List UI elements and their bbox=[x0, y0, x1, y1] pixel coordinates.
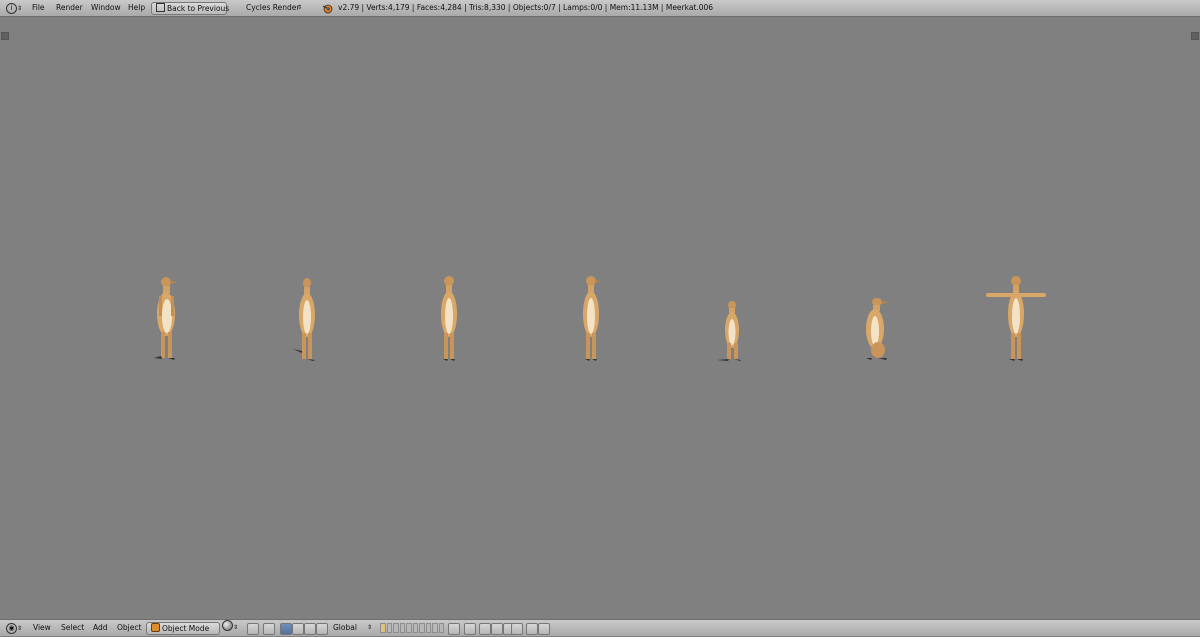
meerkat-model[interactable] bbox=[577, 273, 605, 363]
meerkat-model[interactable] bbox=[150, 274, 182, 362]
layer-8-button[interactable] bbox=[425, 623, 431, 633]
interaction-mode-select[interactable]: Object Mode bbox=[146, 622, 220, 635]
back-to-previous-button[interactable]: Back to Previous bbox=[151, 2, 230, 15]
object-mode-label: Object Mode bbox=[162, 624, 210, 633]
pivot-point-icon[interactable] bbox=[247, 623, 259, 635]
layer-3-button[interactable] bbox=[393, 623, 399, 633]
back-to-previous-label: Back to Previous bbox=[167, 4, 230, 13]
manipulator-toggle-icon[interactable] bbox=[263, 623, 275, 635]
lock-layers-icon[interactable] bbox=[448, 623, 460, 635]
editor-type-3d-view-icon[interactable]: ◉ ⇕ bbox=[6, 620, 22, 636]
snap-element-icon[interactable] bbox=[491, 623, 503, 635]
meerkat-model[interactable] bbox=[716, 299, 746, 363]
snap-toggle-icon[interactable] bbox=[479, 623, 491, 635]
menu-window[interactable]: Window bbox=[91, 0, 121, 16]
shading-arrows-icon[interactable]: ⇕ bbox=[233, 620, 238, 636]
layer-1-button[interactable] bbox=[380, 623, 386, 633]
menu-object[interactable]: Object bbox=[117, 620, 141, 636]
layer-2-button[interactable] bbox=[386, 623, 392, 633]
blender-logo-icon bbox=[322, 0, 333, 16]
proportional-editing-icon[interactable] bbox=[464, 623, 476, 635]
render-engine-arrows-icon[interactable]: ⇕ bbox=[297, 0, 302, 16]
object-mode-icon bbox=[151, 623, 160, 632]
render-still-icon[interactable] bbox=[526, 623, 538, 635]
layer-9-button[interactable] bbox=[432, 623, 438, 633]
meerkat-model[interactable] bbox=[860, 296, 892, 362]
info-icon: i bbox=[6, 3, 17, 14]
opengl-render-icon[interactable] bbox=[511, 623, 523, 635]
transform-orientation-select[interactable]: Global bbox=[333, 620, 357, 636]
menu-help[interactable]: Help bbox=[128, 0, 145, 16]
viewport-header: ◉ ⇕ View Select Add Object Object Mode ⇕ … bbox=[0, 619, 1200, 636]
translate-manipulator-icon[interactable] bbox=[280, 623, 292, 635]
menu-add[interactable]: Add bbox=[93, 620, 108, 636]
rotate-manipulator-icon[interactable] bbox=[292, 623, 304, 635]
layer-7-button[interactable] bbox=[419, 623, 425, 633]
menu-view[interactable]: View bbox=[33, 620, 51, 636]
scale-tool-icon[interactable] bbox=[316, 623, 328, 635]
meerkat-model[interactable] bbox=[984, 273, 1048, 363]
3d-view-icon: ◉ bbox=[6, 623, 17, 634]
scene-statistics: v2.79 | Verts:4,179 | Faces:4,284 | Tris… bbox=[338, 3, 714, 12]
back-icon bbox=[156, 3, 165, 12]
3d-viewport[interactable] bbox=[0, 17, 1200, 619]
render-animation-icon[interactable] bbox=[538, 623, 550, 635]
menu-render[interactable]: Render bbox=[56, 0, 83, 16]
menu-file[interactable]: File bbox=[32, 0, 45, 16]
shading-sphere-icon bbox=[222, 620, 233, 631]
scale-manipulator-icon[interactable] bbox=[304, 623, 316, 635]
menu-select[interactable]: Select bbox=[61, 620, 84, 636]
meerkat-model[interactable] bbox=[293, 275, 321, 363]
layer-4-button[interactable] bbox=[399, 623, 405, 633]
layer-buttons[interactable] bbox=[380, 623, 444, 633]
area-split-corner-top-left[interactable] bbox=[1, 32, 9, 40]
layer-5-button[interactable] bbox=[406, 623, 412, 633]
render-engine-select[interactable]: Cycles Render bbox=[246, 0, 300, 16]
area-split-corner-top-right[interactable] bbox=[1191, 32, 1199, 40]
orientation-arrows-icon[interactable]: ⇕ bbox=[367, 620, 372, 636]
viewport-shading-icon[interactable] bbox=[222, 620, 233, 636]
layer-6-button[interactable] bbox=[412, 623, 418, 633]
top-header: i ⇕ File Render Window Help Back to Previ… bbox=[0, 0, 1200, 17]
meerkat-model[interactable] bbox=[435, 273, 463, 363]
editor-type-info-icon[interactable]: i ⇕ bbox=[6, 0, 22, 16]
layer-10-button[interactable] bbox=[438, 623, 444, 633]
